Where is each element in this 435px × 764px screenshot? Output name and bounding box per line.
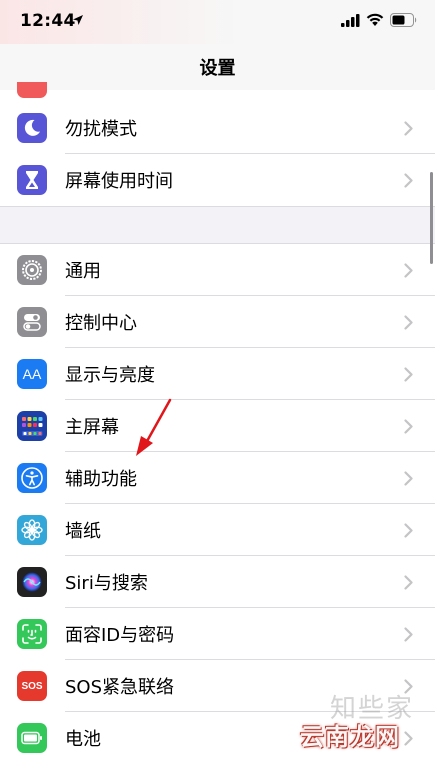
settings-row-general[interactable]: 通用	[0, 244, 435, 296]
chevron-right-icon	[404, 315, 413, 330]
siri-icon	[17, 567, 47, 597]
settings-group-general: 通用 控制中心 AA 显示与亮度 主屏幕 辅助功能 墙纸 Siri与搜索 面容I…	[0, 244, 435, 764]
settings-row-label: 辅助功能	[65, 469, 137, 490]
aa-icon-text: AA	[22, 366, 42, 382]
settings-row-screen-time[interactable]: 屏幕使用时间	[0, 154, 435, 206]
settings-row-home-screen[interactable]: 主屏幕	[0, 400, 435, 452]
settings-row-do-not-disturb[interactable]: 勿扰模式	[0, 102, 435, 154]
location-arrow-icon	[73, 15, 83, 25]
chevron-right-icon	[404, 627, 413, 642]
battery-icon	[17, 723, 47, 753]
settings-row-label: 主屏幕	[65, 417, 119, 438]
settings-row-display-brightness[interactable]: AA 显示与亮度	[0, 348, 435, 400]
flower-icon	[17, 515, 47, 545]
settings-row-label: 屏幕使用时间	[65, 171, 173, 192]
scroll-indicator[interactable]	[430, 172, 433, 264]
wifi-icon	[366, 13, 384, 26]
chevron-right-icon	[404, 173, 413, 188]
settings-row-label: 控制中心	[65, 313, 137, 334]
settings-row-label: 显示与亮度	[65, 365, 155, 386]
status-time: 12:44	[20, 11, 76, 31]
accessibility-icon	[17, 463, 47, 493]
settings-row-label: Siri与搜索	[65, 573, 148, 594]
face-id-icon	[17, 619, 47, 649]
aa-icon: AA	[17, 359, 47, 389]
chevron-right-icon	[404, 367, 413, 382]
partial-row-icon	[17, 82, 47, 98]
chevron-right-icon	[404, 523, 413, 538]
chevron-right-icon	[404, 121, 413, 136]
gear-icon	[17, 255, 47, 285]
sos-icon-text: SOS	[21, 680, 43, 692]
watermark-logo: 云南龙网	[300, 723, 400, 751]
settings-row-label: 通用	[65, 261, 101, 282]
settings-row-face-id-passcode[interactable]: 面容ID与密码	[0, 608, 435, 660]
settings-row-wallpaper[interactable]: 墙纸	[0, 504, 435, 556]
settings-row-label: 墙纸	[65, 521, 101, 542]
sos-icon: SOS	[17, 671, 47, 701]
moon-icon	[17, 113, 47, 143]
chevron-right-icon	[404, 471, 413, 486]
status-bar: 12:44	[0, 0, 435, 44]
settings-row-accessibility[interactable]: 辅助功能	[0, 452, 435, 504]
hourglass-icon	[17, 165, 47, 195]
settings-row-control-center[interactable]: 控制中心	[0, 296, 435, 348]
settings-row-label: 面容ID与密码	[65, 625, 175, 646]
settings-row-label: 勿扰模式	[65, 119, 137, 140]
chevron-right-icon	[404, 731, 413, 746]
navigation-bar: 设置	[0, 44, 435, 91]
cellular-signal-icon	[341, 14, 360, 27]
settings-group-focus: 勿扰模式 屏幕使用时间	[0, 102, 435, 206]
group-border	[0, 206, 435, 207]
page-title: 设置	[199, 58, 236, 79]
chevron-right-icon	[404, 575, 413, 590]
home-screen-icon	[17, 411, 47, 441]
settings-row-siri-search[interactable]: Siri与搜索	[0, 556, 435, 608]
chevron-right-icon	[404, 263, 413, 278]
chevron-right-icon	[404, 419, 413, 434]
settings-row-label: SOS紧急联络	[65, 677, 175, 698]
toggles-icon	[17, 307, 47, 337]
settings-row-label: 电池	[65, 729, 101, 750]
battery-status-icon	[390, 13, 417, 27]
